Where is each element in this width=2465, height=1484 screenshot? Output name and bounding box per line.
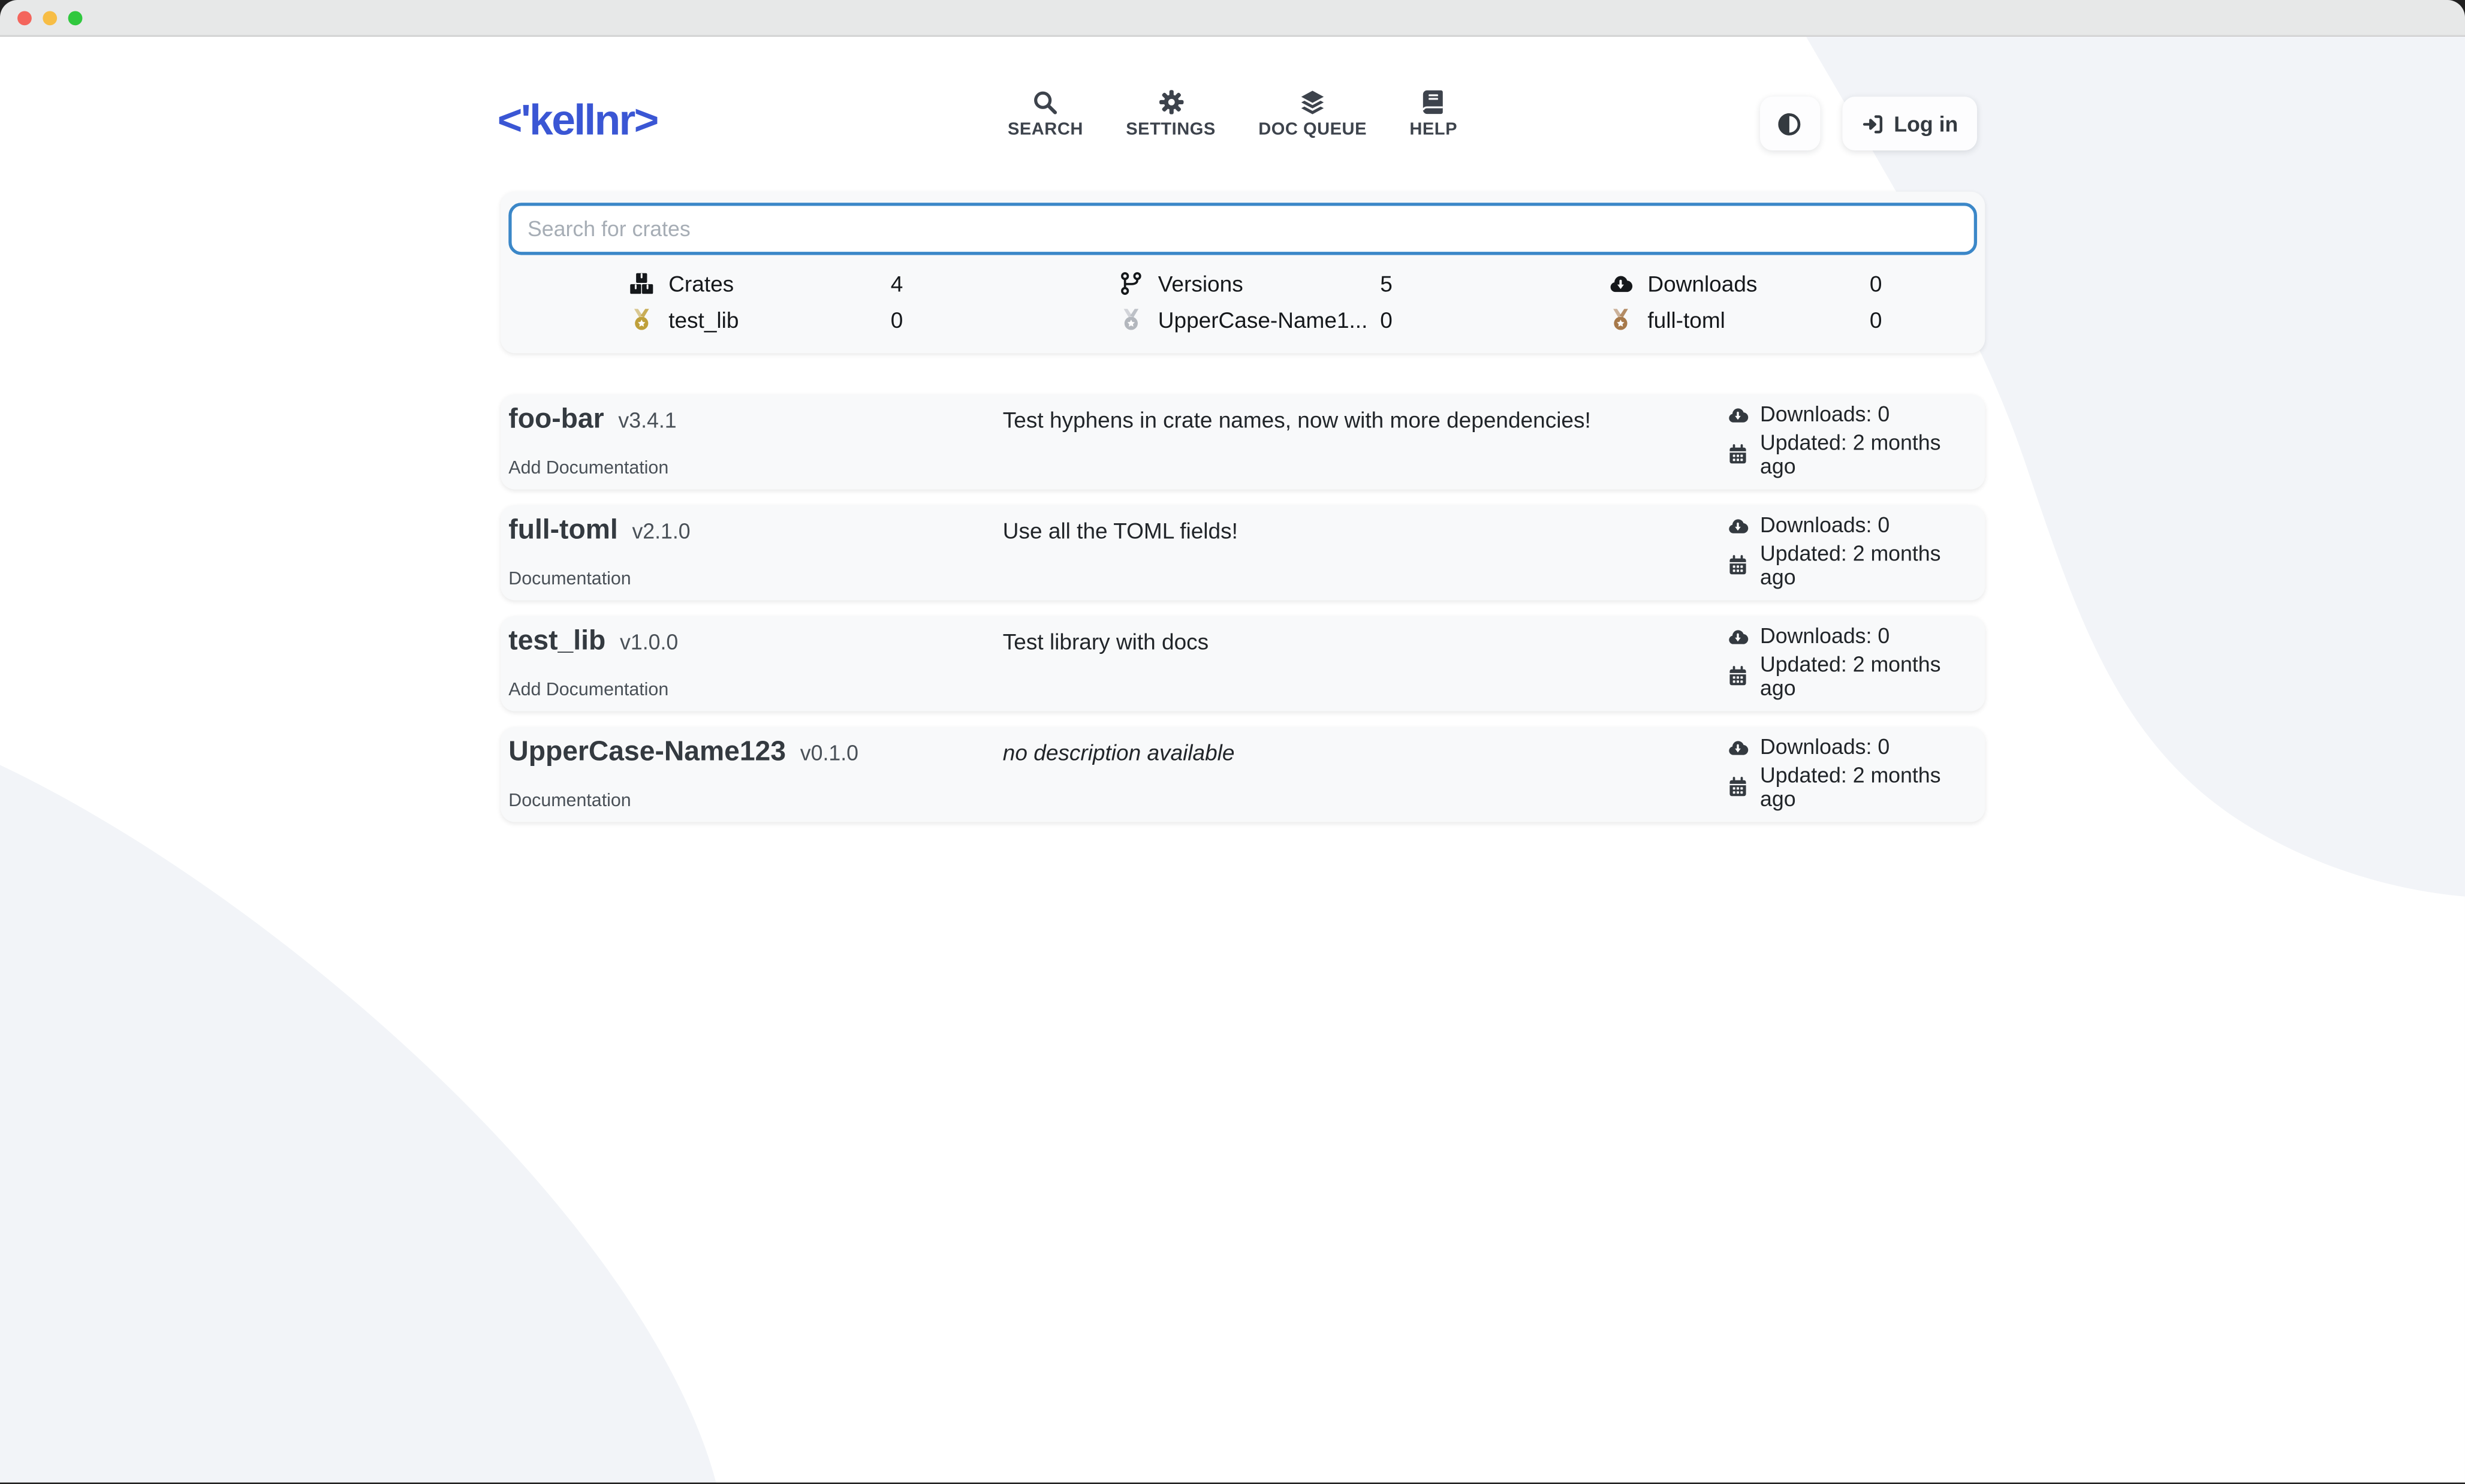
search-input[interactable]	[508, 203, 1977, 255]
header: <'kellnr> SEARCH SETTINGS DOC QUEUE HELP…	[0, 37, 2465, 158]
main-nav: SEARCH SETTINGS DOC QUEUE HELP	[0, 89, 2465, 140]
crate-card: UpperCase-Name123 v0.1.0 Documentation n…	[501, 727, 1985, 822]
app-window: <'kellnr> SEARCH SETTINGS DOC QUEUE HELP…	[0, 0, 2465, 1484]
crate-downloads: Downloads: 0	[1760, 735, 1890, 759]
calendar-icon	[1727, 665, 1749, 687]
boxes-icon	[629, 270, 654, 295]
cloud-down-icon	[1608, 270, 1633, 295]
stat-label: Versions	[1158, 270, 1243, 295]
main-content: Crates 4 Versions 5 Downloads 0 test_lib…	[501, 192, 1985, 822]
crate-description: Use all the TOML fields!	[1003, 513, 1727, 589]
stat-value: 5	[1380, 270, 1393, 295]
crate-updated: Updated: 2 months ago	[1760, 431, 1977, 478]
stat-label: UpperCase-Name1...	[1158, 306, 1368, 331]
crate-updated: Updated: 2 months ago	[1760, 653, 1977, 700]
calendar-icon	[1727, 444, 1749, 466]
crate-description: Test library with docs	[1003, 624, 1727, 700]
window-zoom-button[interactable]	[68, 10, 83, 25]
stat-versions: Versions 5	[998, 264, 1488, 301]
cloud-download-icon	[1727, 403, 1749, 426]
stat-value: 0	[1380, 306, 1393, 331]
stat-top-crate-1: test_lib 0	[508, 301, 998, 337]
crate-description: no description available	[1003, 735, 1727, 811]
stat-value: 4	[891, 270, 903, 295]
crate-doc-link[interactable]: Add Documentation	[508, 459, 1003, 478]
window-titlebar	[0, 0, 2465, 37]
crate-version: v2.1.0	[632, 520, 690, 544]
crate-downloads: Downloads: 0	[1760, 513, 1890, 537]
crate-list: foo-bar v3.4.1 Add Documentation Test hy…	[501, 394, 1985, 822]
stat-label: test_lib	[668, 306, 739, 331]
crate-name-link[interactable]: test_lib	[508, 624, 605, 657]
search-icon	[1032, 89, 1059, 116]
crate-description: Test hyphens in crate names, now with mo…	[1003, 402, 1727, 478]
cloud-download-icon	[1727, 625, 1749, 647]
crate-doc-link[interactable]: Documentation	[508, 792, 1003, 811]
stat-value: 0	[1870, 306, 1882, 331]
stat-value: 0	[1870, 270, 1882, 295]
search-panel: Crates 4 Versions 5 Downloads 0 test_lib…	[501, 192, 1985, 354]
stat-label: Downloads	[1647, 270, 1757, 295]
crate-version: v0.1.0	[800, 741, 858, 765]
layers-icon	[1299, 89, 1326, 116]
crate-name-link[interactable]: foo-bar	[508, 402, 604, 435]
gear-icon	[1158, 89, 1185, 116]
window-minimize-button[interactable]	[43, 10, 57, 25]
cloud-download-icon	[1727, 736, 1749, 758]
stat-label: full-toml	[1647, 306, 1725, 331]
crate-downloads: Downloads: 0	[1760, 624, 1890, 648]
branch-icon	[1119, 270, 1144, 295]
medal-icon	[1608, 306, 1633, 331]
login-icon	[1861, 111, 1885, 135]
medal-icon	[629, 306, 654, 331]
crate-name-link[interactable]: full-toml	[508, 513, 617, 546]
login-button[interactable]: Log in	[1842, 96, 1977, 150]
page: <'kellnr> SEARCH SETTINGS DOC QUEUE HELP…	[0, 37, 2465, 1483]
nav-item-settings[interactable]: SETTINGS	[1126, 89, 1216, 140]
circle-half-icon	[1776, 110, 1803, 137]
crate-card: test_lib v1.0.0 Add Documentation Test l…	[501, 616, 1985, 711]
book-icon	[1420, 89, 1447, 116]
stats-grid: Crates 4 Versions 5 Downloads 0 test_lib…	[508, 264, 1977, 337]
stat-top-crate-3: full-toml 0	[1487, 301, 1977, 337]
stat-downloads: Downloads 0	[1487, 264, 1977, 301]
crate-card: foo-bar v3.4.1 Add Documentation Test hy…	[501, 394, 1985, 490]
crate-version: v3.4.1	[618, 409, 676, 433]
background-blob-bottom-left	[0, 765, 716, 1482]
crate-downloads: Downloads: 0	[1760, 402, 1890, 426]
calendar-icon	[1727, 776, 1749, 798]
calendar-icon	[1727, 554, 1749, 577]
stat-label: Crates	[668, 270, 734, 295]
crate-updated: Updated: 2 months ago	[1760, 542, 1977, 589]
crate-doc-link[interactable]: Documentation	[508, 570, 1003, 589]
crate-doc-link[interactable]: Add Documentation	[508, 681, 1003, 700]
crate-updated: Updated: 2 months ago	[1760, 764, 1977, 811]
window-close-button[interactable]	[17, 10, 32, 25]
login-label: Log in	[1894, 111, 1958, 135]
nav-item-help[interactable]: HELP	[1409, 89, 1457, 140]
nav-item-doc-queue[interactable]: DOC QUEUE	[1258, 89, 1367, 140]
nav-item-search[interactable]: SEARCH	[1008, 89, 1083, 140]
stat-crates: Crates 4	[508, 264, 998, 301]
stat-value: 0	[891, 306, 903, 331]
crate-card: full-toml v2.1.0 Documentation Use all t…	[501, 505, 1985, 601]
medal-icon	[1119, 306, 1144, 331]
header-actions: Log in	[1759, 96, 1977, 150]
theme-toggle-button[interactable]	[1759, 96, 1819, 150]
stat-top-crate-2: UpperCase-Name1... 0	[998, 301, 1488, 337]
crate-name-link[interactable]: UpperCase-Name123	[508, 735, 786, 768]
crate-version: v1.0.0	[620, 631, 678, 654]
cloud-download-icon	[1727, 514, 1749, 536]
